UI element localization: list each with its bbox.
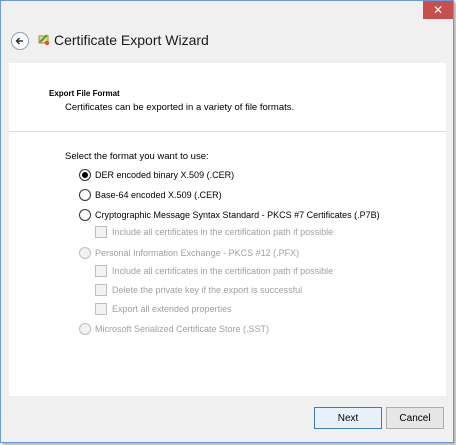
back-button[interactable] [11, 32, 29, 50]
title-row: Certificate Export Wizard [1, 23, 453, 57]
radio-p7b-button[interactable] [79, 209, 91, 221]
checkbox-pfx-delete-key-label: Delete the private key if the export is … [112, 285, 303, 295]
radio-p7b[interactable]: Cryptographic Message Syntax Standard - … [79, 209, 380, 221]
checkbox-pfx-extended-props-box[interactable] [95, 303, 107, 315]
radio-pfx-button[interactable] [79, 247, 91, 259]
radio-p7b-label: Cryptographic Message Syntax Standard - … [95, 210, 380, 220]
checkbox-pfx-delete-key[interactable]: Delete the private key if the export is … [95, 284, 302, 296]
checkbox-pfx-include-path-box[interactable] [95, 265, 107, 277]
close-button[interactable]: ✕ [423, 1, 453, 19]
checkbox-p7b-include-path[interactable]: Include all certificates in the certific… [95, 226, 333, 238]
checkbox-pfx-extended-props[interactable]: Export all extended properties [95, 303, 232, 315]
certificate-icon [38, 34, 50, 46]
radio-sst[interactable]: Microsoft Serialized Certificate Store (… [79, 323, 269, 335]
checkbox-p7b-include-path-box[interactable] [95, 226, 107, 238]
radio-pfx[interactable]: Personal Information Exchange - PKCS #12… [79, 247, 299, 259]
window-title: Certificate Export Wizard [54, 32, 209, 48]
close-icon: ✕ [432, 3, 444, 17]
radio-der-button[interactable] [79, 169, 91, 181]
back-arrow-icon [15, 37, 23, 45]
section-description: Certificates can be exported in a variet… [65, 102, 295, 113]
radio-der-label: DER encoded binary X.509 (.CER) [95, 170, 235, 180]
format-prompt: Select the format you want to use: [65, 151, 209, 162]
radio-base64-button[interactable] [79, 189, 91, 201]
checkbox-pfx-delete-key-box[interactable] [95, 284, 107, 296]
next-button[interactable]: Next [314, 407, 382, 429]
checkbox-pfx-extended-props-label: Export all extended properties [112, 304, 232, 314]
radio-der[interactable]: DER encoded binary X.509 (.CER) [79, 169, 234, 181]
section-title: Export File Format [49, 89, 120, 98]
checkbox-pfx-include-path-label: Include all certificates in the certific… [112, 266, 334, 276]
cancel-button[interactable]: Cancel [386, 407, 444, 429]
radio-pfx-label: Personal Information Exchange - PKCS #12… [95, 248, 300, 258]
header-divider [9, 131, 446, 132]
checkbox-p7b-include-path-label: Include all certificates in the certific… [112, 227, 334, 237]
radio-base64[interactable]: Base-64 encoded X.509 (.CER) [79, 189, 222, 201]
wizard-content: Export File Format Certificates can be e… [9, 63, 446, 396]
radio-sst-button[interactable] [79, 323, 91, 335]
checkbox-pfx-include-path[interactable]: Include all certificates in the certific… [95, 265, 333, 277]
radio-sst-label: Microsoft Serialized Certificate Store (… [95, 324, 270, 334]
wizard-window: ✕ Certificate Export Wizard Export File … [0, 0, 454, 443]
radio-base64-label: Base-64 encoded X.509 (.CER) [95, 190, 222, 200]
